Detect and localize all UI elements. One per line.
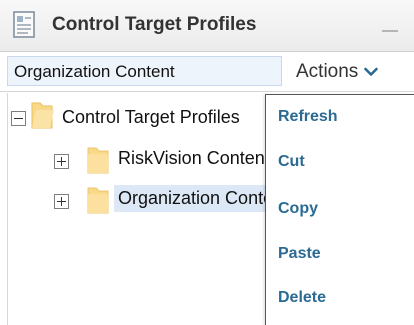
breadcrumb: Organization Content [7, 56, 282, 86]
minimize-icon[interactable] [382, 30, 398, 32]
toolbar: Organization Content Actions [0, 53, 414, 92]
title-bar: Control Target Profiles [0, 0, 414, 52]
menu-item-copy[interactable]: Copy [278, 200, 318, 218]
chevron-down-icon [364, 61, 379, 83]
expand-toggle-icon[interactable] [54, 194, 69, 209]
actions-menu: Refresh Cut Copy Paste Delete [265, 94, 414, 325]
collapse-toggle-icon[interactable] [11, 111, 26, 126]
folder-icon [86, 185, 110, 215]
folder-open-icon [30, 100, 54, 130]
menu-item-cut[interactable]: Cut [278, 153, 305, 171]
menu-item-paste[interactable]: Paste [278, 245, 321, 263]
actions-label: Actions [296, 61, 359, 83]
menu-item-delete[interactable]: Delete [278, 289, 326, 307]
expand-toggle-icon[interactable] [54, 154, 69, 169]
menu-item-refresh[interactable]: Refresh [278, 108, 338, 126]
tree-node-label[interactable]: Control Target Profiles [58, 104, 244, 131]
tree-node-label[interactable]: RiskVision Content [114, 145, 274, 172]
actions-dropdown-button[interactable]: Actions [296, 61, 379, 91]
folder-icon [86, 145, 110, 175]
document-icon [12, 11, 38, 39]
panel-title: Control Target Profiles [52, 14, 257, 35]
control-target-profiles-panel: Control Target Profiles Organization Con… [0, 0, 414, 325]
